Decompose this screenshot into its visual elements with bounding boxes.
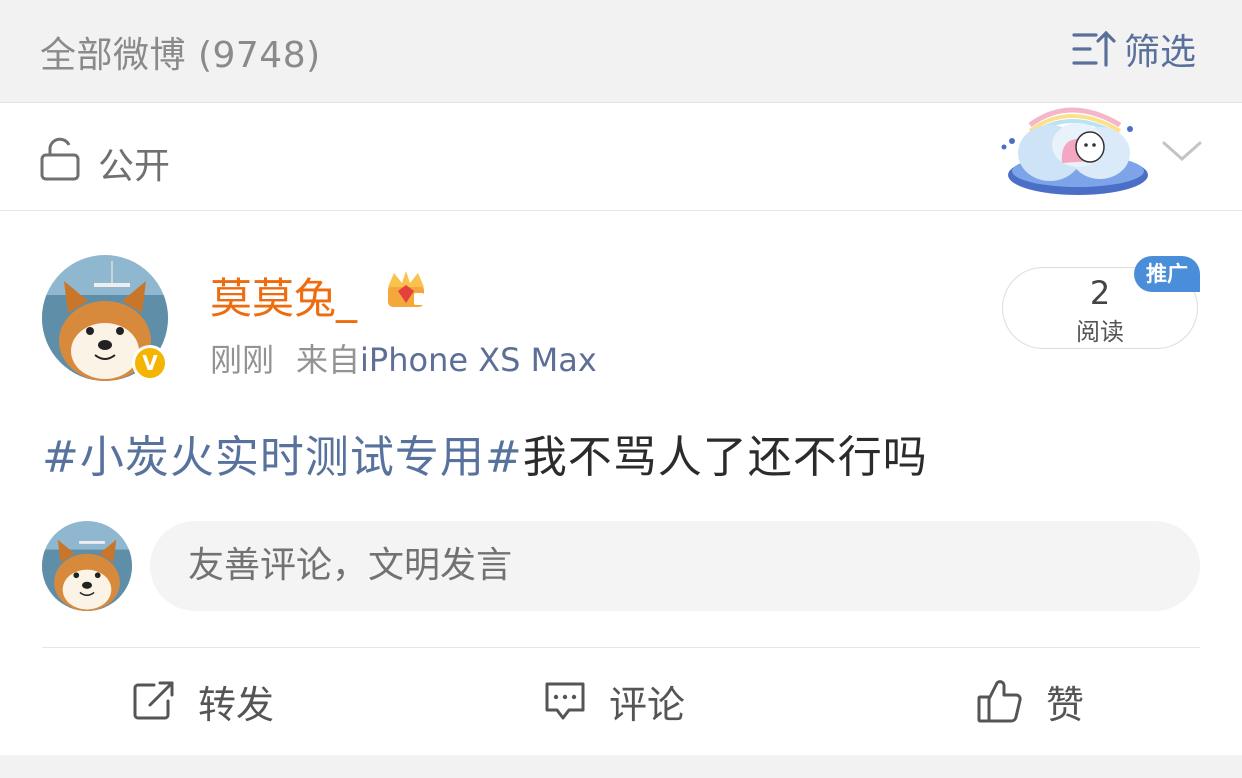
repost-icon [133, 681, 174, 720]
repost-button[interactable]: 转发 [132, 671, 274, 731]
like-label: 赞 [1046, 682, 1085, 727]
current-user-avatar[interactable] [42, 521, 132, 611]
repost-label: 转发 [198, 682, 275, 727]
read-label: 阅读 [1076, 318, 1124, 346]
post-meta: 刚刚 来自iPhone XS Max [210, 335, 597, 381]
verified-badge: V [132, 345, 168, 381]
comment-button[interactable]: 评论 [543, 671, 685, 731]
shiba-avatar-image [42, 521, 132, 611]
comment-label: 评论 [609, 682, 686, 727]
promote-badge[interactable]: 推广 [1134, 256, 1200, 292]
author-name[interactable]: 莫莫兔_ [210, 265, 357, 326]
unlock-icon [40, 137, 80, 181]
post-source-prefix: 来自 [296, 341, 361, 379]
chevron-down-icon[interactable] [1162, 139, 1202, 163]
comment-input[interactable]: 友善评论，文明发言 [150, 521, 1200, 611]
all-posts-title: 全部微博 (9748) [40, 35, 321, 76]
top-filter-bar: 全部微博 (9748) 筛选 [0, 0, 1242, 103]
topic-link[interactable]: #小炭火实时测试专用# [42, 432, 523, 483]
filter-button[interactable]: 筛选 [1072, 24, 1196, 74]
decorative-sticker [1001, 107, 1148, 195]
post-card: 公开 V 莫莫兔_ 刚刚 来自iPhone XS Max 2 阅读 推广 #小炭… [0, 103, 1242, 755]
thumbs-up-icon [977, 680, 1022, 723]
post-device[interactable]: iPhone XS Max [360, 341, 597, 379]
privacy-row[interactable]: 公开 [0, 103, 1242, 211]
filter-label: 筛选 [1123, 32, 1196, 73]
post-time: 刚刚 [210, 341, 275, 379]
crown-icon [388, 271, 424, 307]
post-content: #小炭火实时测试专用#我不骂人了还不行吗 [42, 421, 928, 485]
privacy-label: 公开 [98, 146, 171, 187]
like-button[interactable]: 赞 [976, 671, 1084, 731]
comment-icon [545, 682, 585, 720]
action-divider [42, 647, 1200, 648]
post-body-text: 我不骂人了还不行吗 [522, 432, 928, 483]
sort-filter-icon [1072, 30, 1116, 67]
